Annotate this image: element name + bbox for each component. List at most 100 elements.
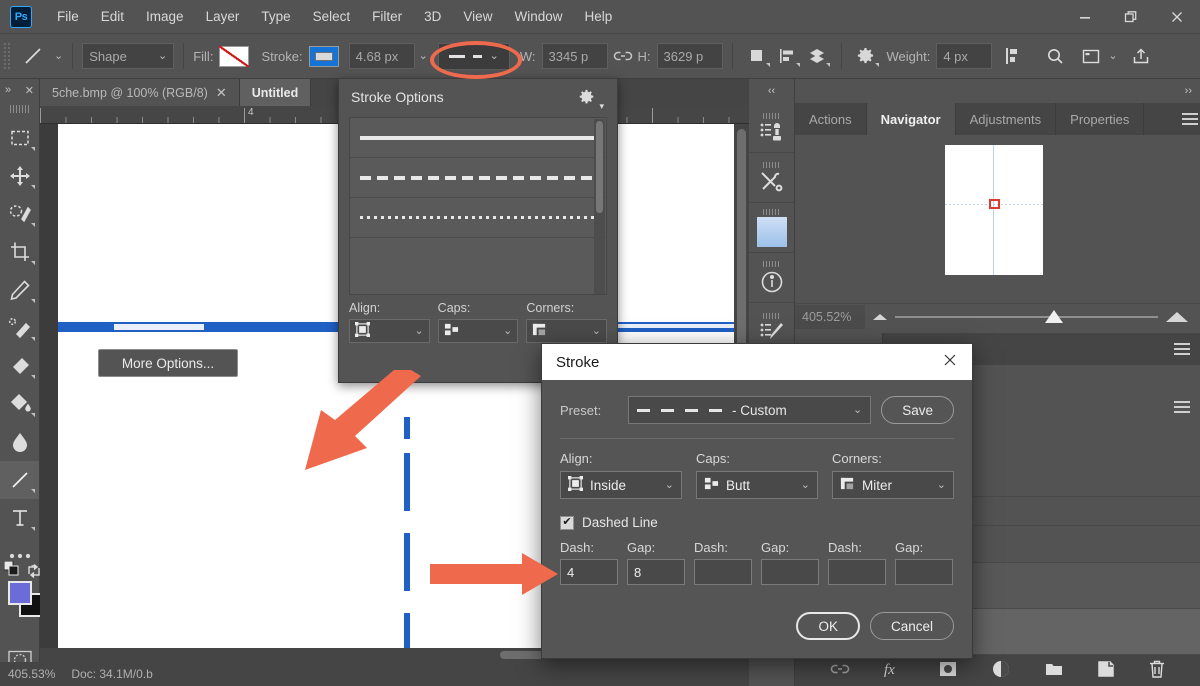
zoom-slider[interactable]: [895, 305, 1158, 329]
menu-select[interactable]: Select: [302, 5, 362, 28]
dash-input-1[interactable]: [560, 559, 618, 585]
tab-actions[interactable]: Actions: [795, 103, 867, 135]
stroke-dialog[interactable]: Stroke Preset: - Custom ⌄ Save Align: In…: [541, 343, 973, 659]
tool-type[interactable]: [0, 499, 39, 537]
close-icon[interactable]: ✕: [216, 85, 227, 101]
corners-select[interactable]: ⌄: [526, 319, 608, 343]
default-colors-icon[interactable]: [3, 560, 20, 580]
menu-help[interactable]: Help: [573, 5, 623, 28]
panel-menu-icon[interactable]: [1164, 333, 1200, 365]
gap-input-3[interactable]: [895, 559, 953, 585]
stroke-swatch[interactable]: [308, 45, 339, 67]
tool-move[interactable]: [0, 157, 39, 195]
panel-menu-icon[interactable]: [1172, 103, 1200, 135]
scrollbar-thumb[interactable]: [596, 121, 603, 213]
new-group-icon[interactable]: [1044, 660, 1064, 681]
menu-window[interactable]: Window: [503, 5, 573, 28]
menu-view[interactable]: View: [452, 5, 503, 28]
tab-navigator[interactable]: Navigator: [866, 103, 956, 135]
tab-adjustments[interactable]: Adjustments: [956, 103, 1057, 135]
document-tab-1[interactable]: 5che.bmp @ 100% (RGB/8) ✕: [40, 79, 240, 106]
tool-rectangular-marquee[interactable]: [0, 119, 39, 157]
tool-paint-bucket[interactable]: [0, 385, 39, 423]
workspace-icon[interactable]: [1076, 42, 1106, 70]
close-icon[interactable]: [1154, 0, 1200, 33]
link-icon[interactable]: [608, 42, 638, 70]
menu-file[interactable]: File: [46, 5, 90, 28]
panel-menu-icon[interactable]: [1164, 391, 1200, 423]
menu-filter[interactable]: Filter: [361, 5, 413, 28]
clone-source-panel-icon[interactable]: [749, 103, 794, 153]
navigator-thumbnail[interactable]: [945, 145, 1043, 275]
more-options-button[interactable]: More Options...: [98, 349, 238, 377]
tab-properties[interactable]: Properties: [1056, 103, 1145, 135]
histogram-thumbnail-icon[interactable]: [749, 203, 794, 253]
new-layer-icon[interactable]: [1097, 660, 1115, 681]
tool-pencil[interactable]: [0, 271, 39, 309]
tool-preset-picker[interactable]: ⌄: [18, 42, 63, 70]
tool-line[interactable]: [0, 461, 39, 499]
scrollbar-thumb[interactable]: [500, 651, 544, 659]
zoom-in-icon[interactable]: [1166, 311, 1188, 322]
dashed-line-checkbox[interactable]: ✔: [560, 515, 574, 530]
gear-icon[interactable]: [851, 42, 881, 70]
close-icon[interactable]: ✕: [25, 84, 34, 97]
stroke-preset-dashed[interactable]: [350, 158, 606, 198]
navigator-panel[interactable]: [795, 135, 1200, 303]
caps-select[interactable]: ⌄: [437, 319, 519, 343]
tools-panel-grip[interactable]: [10, 103, 29, 115]
tool-blur[interactable]: [0, 423, 39, 461]
menu-3d[interactable]: 3D: [413, 5, 452, 28]
caps-select[interactable]: Butt ⌄: [696, 471, 818, 499]
close-icon[interactable]: [942, 352, 958, 372]
shape-mode-select[interactable]: Shape ⌄: [82, 43, 175, 69]
search-icon[interactable]: [1040, 42, 1070, 70]
collapse-right-icon[interactable]: »: [5, 84, 11, 96]
menu-edit[interactable]: Edit: [90, 5, 135, 28]
layer-style-fx-icon[interactable]: fx: [883, 660, 905, 681]
gear-icon[interactable]: ▾: [578, 89, 604, 111]
path-alignment-icon[interactable]: [772, 42, 802, 70]
path-arrangement-icon[interactable]: [802, 42, 832, 70]
path-operations-icon[interactable]: [742, 42, 772, 70]
chevron-down-icon[interactable]: ⌄: [419, 50, 428, 62]
dashed-line-checkbox-row[interactable]: ✔ Dashed Line: [560, 515, 954, 530]
restore-icon[interactable]: [1108, 0, 1154, 33]
align-select[interactable]: Inside ⌄: [560, 471, 682, 499]
minimize-icon[interactable]: [1062, 0, 1108, 33]
align-edges-icon[interactable]: [998, 42, 1028, 70]
tool-crop[interactable]: [0, 233, 39, 271]
stroke-width-control[interactable]: 4.68 px ⌄: [348, 43, 428, 69]
tool-clone-stamp[interactable]: [0, 309, 39, 347]
foreground-color-swatch[interactable]: [8, 581, 32, 605]
ok-button[interactable]: OK: [796, 612, 860, 640]
save-button[interactable]: Save: [881, 396, 954, 424]
link-layers-icon[interactable]: [830, 662, 850, 679]
height-field[interactable]: 3629 p: [656, 43, 723, 69]
stroke-type-dropdown[interactable]: ⌄: [437, 42, 510, 70]
menu-type[interactable]: Type: [250, 5, 301, 28]
fill-swatch[interactable]: [219, 45, 250, 67]
corners-select[interactable]: Miter ⌄: [832, 471, 954, 499]
menu-image[interactable]: Image: [135, 5, 195, 28]
status-zoom[interactable]: 405.53%: [8, 667, 55, 681]
expand-right-icon[interactable]: ››: [795, 79, 1200, 103]
stroke-options-popup[interactable]: Stroke Options ▾ Align: Caps: Corners: ⌄…: [338, 78, 618, 383]
preset-list-scrollbar[interactable]: [594, 119, 605, 294]
zoom-out-icon[interactable]: [873, 313, 887, 320]
navigator-zoom-value[interactable]: 405.52%: [795, 304, 865, 329]
gap-input-2[interactable]: [761, 559, 819, 585]
tool-lasso[interactable]: [0, 195, 39, 233]
stroke-preset-solid[interactable]: [350, 118, 606, 158]
options-bar-grip[interactable]: [3, 42, 12, 70]
info-panel-icon[interactable]: [749, 253, 794, 303]
adjustment-layer-icon[interactable]: [991, 659, 1011, 682]
layer-mask-icon[interactable]: [938, 660, 958, 681]
stroke-preset-dotted[interactable]: [350, 198, 606, 238]
tool-presets-panel-icon[interactable]: [749, 153, 794, 203]
collapse-left-icon[interactable]: ‹‹: [749, 79, 794, 103]
delete-layer-icon[interactable]: [1148, 659, 1166, 682]
stroke-width-value[interactable]: 4.68 px: [348, 43, 415, 69]
width-field[interactable]: 3345 p: [541, 43, 608, 69]
cancel-button[interactable]: Cancel: [869, 612, 954, 640]
